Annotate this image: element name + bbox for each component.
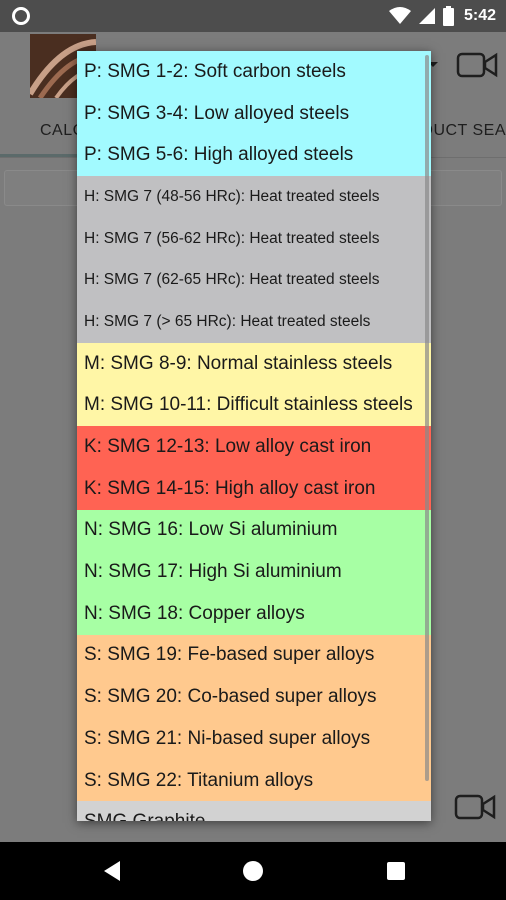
video-camera-icon[interactable] [456,50,498,80]
list-item[interactable]: H: SMG 7 (48-56 HRc): Heat treated steel… [77,176,431,218]
list-item[interactable]: SMG Graphite [77,801,431,821]
status-time: 5:42 [463,7,496,24]
list-item[interactable]: S: SMG 19: Fe-based super alloys [77,634,431,677]
list-item[interactable]: P: SMG 5-6: High alloyed steels [77,134,431,177]
list-item[interactable]: H: SMG 7 (62-65 HRc): Heat treated steel… [77,259,431,302]
material-dropdown-list[interactable]: P: SMG 1-2: Soft carbon steels P: SMG 3-4… [77,51,431,821]
status-bar: 5:42 [0,0,506,32]
signal-icon [418,8,435,24]
recent-apps-icon[interactable] [387,862,405,880]
list-item[interactable]: M: SMG 8-9: Normal stainless steels [77,342,431,385]
battery-icon [442,6,454,26]
list-item[interactable]: H: SMG 7 (56-62 HRc): Heat treated steel… [77,217,431,260]
back-icon[interactable] [102,861,122,881]
video-camera-icon[interactable] [454,792,496,822]
list-item[interactable]: S: SMG 21: Ni-based super alloys [77,718,431,760]
list-item[interactable]: P: SMG 3-4: Low alloyed steels [77,92,431,135]
home-icon[interactable] [243,861,263,881]
list-item[interactable]: N: SMG 18: Copper alloys [77,592,431,635]
notification-circle-icon [12,7,30,25]
list-item[interactable]: H: SMG 7 (> 65 HRc): Heat treated steels [77,301,431,343]
list-item[interactable]: N: SMG 16: Low Si aluminium [77,509,431,552]
list-item[interactable]: N: SMG 17: High Si aluminium [77,551,431,593]
list-item[interactable]: S: SMG 22: Titanium alloys [77,759,431,802]
list-item[interactable]: M: SMG 10-11: Difficult stainless steels [77,384,431,427]
list-item[interactable]: K: SMG 14-15: High alloy cast iron [77,467,431,510]
wifi-icon [388,7,411,24]
tab-product-search[interactable]: DUCT SEA [421,122,506,140]
material-list: P: SMG 1-2: Soft carbon steels P: SMG 3-4… [77,51,431,821]
navigation-bar [0,842,506,900]
scrollbar[interactable] [425,55,429,781]
list-item[interactable]: S: SMG 20: Co-based super alloys [77,676,431,718]
list-item[interactable]: K: SMG 12-13: Low alloy cast iron [77,426,431,468]
list-item[interactable]: P: SMG 1-2: Soft carbon steels [77,51,431,93]
status-icons: 5:42 [388,0,496,32]
